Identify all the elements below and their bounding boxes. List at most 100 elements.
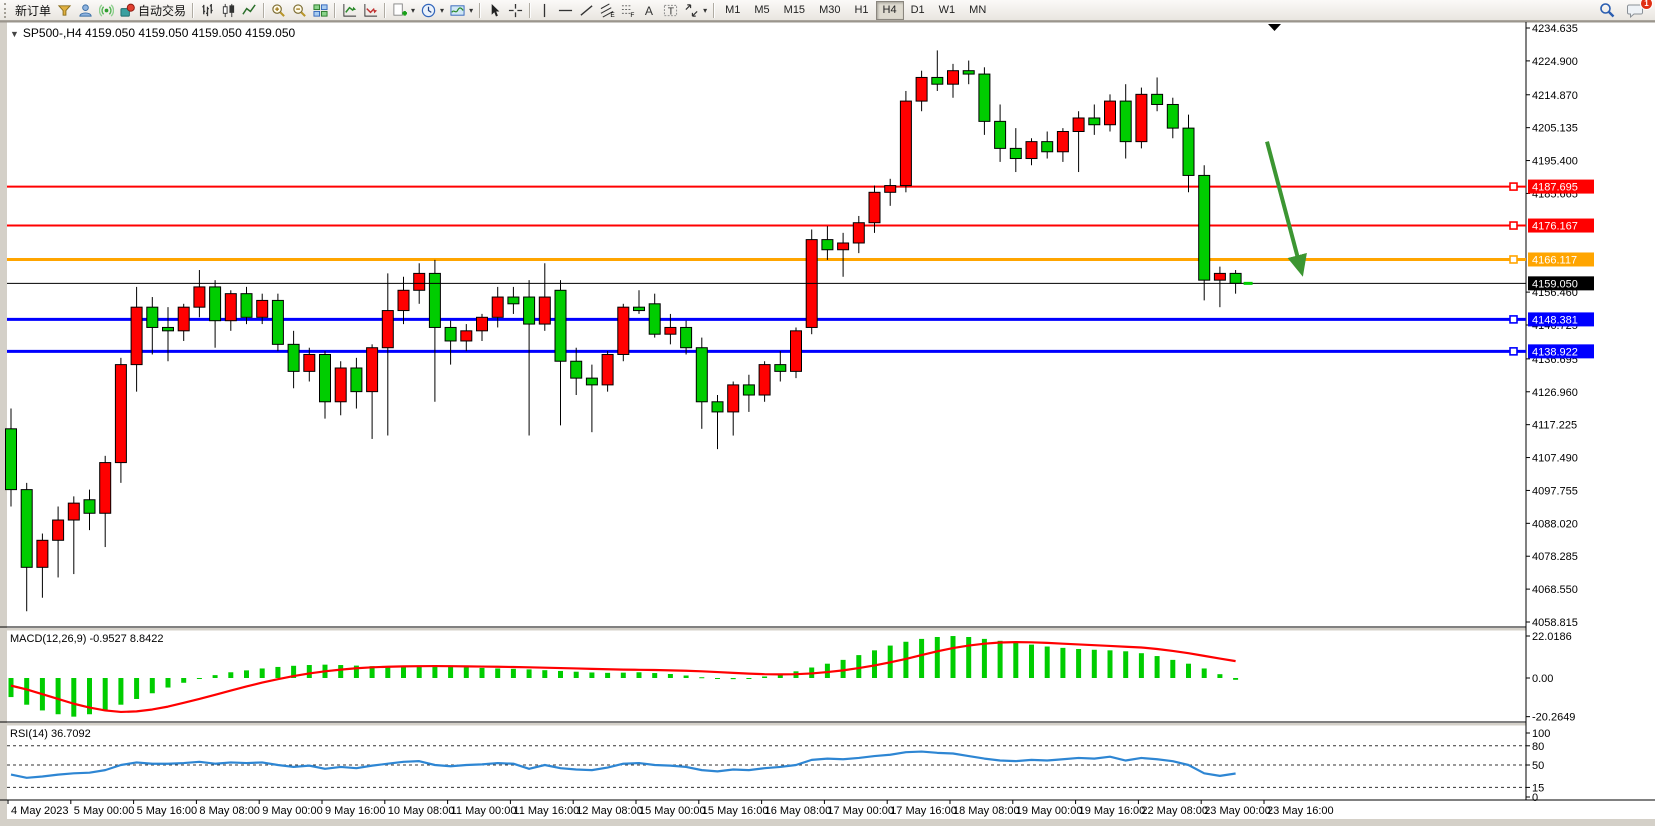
dropdown-caret-icon: ▾	[440, 6, 444, 15]
date-tick-label: 19 May 16:00	[1079, 805, 1146, 817]
macd-histogram-bar	[1092, 650, 1097, 678]
macd-histogram-bar	[150, 678, 155, 693]
horizontal-line-button[interactable]	[555, 1, 576, 20]
chat-button[interactable]: 1	[1624, 1, 1647, 20]
timeframe-button-m15[interactable]: M15	[777, 1, 812, 20]
macd-histogram-bar	[432, 666, 437, 678]
candle	[791, 327, 802, 378]
chart-candles-button[interactable]	[218, 1, 239, 20]
timeframe-button-m30[interactable]: M30	[812, 1, 847, 20]
date-tick-label: 16 May 08:00	[765, 805, 832, 817]
indicators-window-button[interactable]	[339, 1, 360, 20]
chart-bars-button[interactable]	[197, 1, 218, 20]
indicators-separate-button[interactable]	[360, 1, 381, 20]
funnel-icon-button[interactable]	[54, 1, 75, 20]
equidistant-channel-button[interactable]: E	[597, 1, 618, 20]
zoom-in-button[interactable]	[268, 1, 289, 20]
macd-histogram-bar	[1108, 650, 1113, 678]
date-tick-label: 23 May 16:00	[1267, 805, 1334, 817]
clock-icon	[421, 3, 436, 18]
price-tick-label: 4117.225	[1532, 420, 1577, 432]
arrows-icon	[684, 3, 699, 18]
hline-anchor-square[interactable]	[1510, 348, 1517, 355]
macd-histogram-bar	[731, 678, 736, 679]
add-indicator-button[interactable]: ▾	[389, 1, 418, 20]
macd-histogram-bar	[574, 672, 579, 678]
price-tick-label: 4224.900	[1532, 56, 1578, 68]
timeframe-button-h4[interactable]: H4	[876, 1, 904, 20]
templates-button[interactable]: ▾	[447, 1, 476, 20]
timeframe-button-mn[interactable]: MN	[962, 1, 993, 20]
fibo-icon: F	[621, 3, 636, 18]
macd-histogram-bar	[558, 671, 563, 678]
cursor-button[interactable]	[484, 1, 505, 20]
macd-histogram-bar	[1045, 647, 1050, 678]
macd-histogram-bar	[856, 655, 861, 678]
date-tick-label: 17 May 16:00	[890, 805, 957, 817]
crosshair-button[interactable]	[505, 1, 526, 20]
linechart-icon	[242, 3, 257, 18]
chart-window: 4234.6354224.9004214.8704205.1354195.400…	[0, 21, 1655, 826]
macd-histogram-bar	[542, 670, 547, 678]
timeframe-button-m1[interactable]: M1	[718, 1, 747, 20]
rsi-tick-label: 0	[1532, 792, 1538, 804]
signals-icon-button[interactable]	[96, 1, 117, 20]
svg-text:E: E	[610, 12, 615, 18]
svg-text:F: F	[630, 12, 634, 18]
text-label-button[interactable]: T	[660, 1, 681, 20]
toolbar-separator	[192, 3, 194, 18]
macd-histogram-bar	[1202, 668, 1207, 678]
toolbar-grip[interactable]	[4, 3, 8, 18]
search-button[interactable]	[1596, 1, 1618, 20]
timeframe-button-m5[interactable]: M5	[747, 1, 776, 20]
price-tick-label: 4078.285	[1532, 551, 1578, 563]
hline-anchor-square[interactable]	[1510, 183, 1517, 190]
tiles-icon	[313, 3, 328, 18]
arrows-tool-button[interactable]: ▾	[681, 1, 710, 20]
toolbar-separator	[529, 3, 531, 18]
macd-histogram-bar	[401, 666, 406, 678]
macd-histogram-bar	[228, 672, 233, 678]
date-tick-label: 10 May 08:00	[388, 805, 455, 817]
chart-canvas[interactable]: 4234.6354224.9004214.8704205.1354195.400…	[0, 21, 1655, 826]
candle	[806, 229, 817, 334]
hline-anchor-square[interactable]	[1510, 256, 1517, 263]
timeframe-button-w1[interactable]: W1	[932, 1, 963, 20]
fibonacci-button[interactable]: F	[618, 1, 639, 20]
text-button[interactable]: A	[639, 1, 660, 20]
timeframe-button-d1[interactable]: D1	[904, 1, 932, 20]
cursor-icon	[487, 3, 502, 18]
date-tick-label: 9 May 16:00	[325, 805, 386, 817]
zoom-out-button[interactable]	[289, 1, 310, 20]
vertical-line-button[interactable]	[534, 1, 555, 20]
hline-anchor-square[interactable]	[1510, 222, 1517, 229]
profile-icon-button[interactable]	[75, 1, 96, 20]
macd-histogram-bar	[762, 676, 767, 678]
timeframe-button-h1[interactable]: H1	[847, 1, 875, 20]
macd-histogram-bar	[1013, 643, 1018, 678]
dropdown-caret-icon: ▾	[469, 6, 473, 15]
candle	[900, 91, 911, 192]
chart-line-button[interactable]	[239, 1, 260, 20]
macd-histogram-bar	[699, 677, 704, 678]
macd-histogram-bar	[1233, 678, 1238, 680]
periods-menu-button[interactable]: ▾	[418, 1, 447, 20]
price-tick-label: 4058.815	[1532, 617, 1578, 629]
main-toolbar: 新订单自动交易▾▾▾EFAT▾M1M5M15M30H1H4D1W1MN1	[0, 0, 1655, 21]
macd-histogram-bar	[464, 667, 469, 678]
auto-trading-button[interactable]: 自动交易	[117, 1, 189, 20]
new-order-button[interactable]: 新订单	[12, 1, 54, 20]
date-tick-label: 23 May 00:00	[1204, 805, 1271, 817]
hline-anchor-square[interactable]	[1510, 316, 1517, 323]
date-tick-label: 15 May 16:00	[702, 805, 769, 817]
date-tick-label: 11 May 00:00	[451, 805, 517, 817]
rsi-tick-label: 80	[1532, 741, 1544, 753]
crosshair-icon	[508, 3, 523, 18]
macd-histogram-bar	[1217, 674, 1222, 678]
trendline-button[interactable]	[576, 1, 597, 20]
price-tick-label: 4214.870	[1532, 90, 1578, 102]
macd-histogram-bar	[652, 673, 657, 678]
tile-windows-button[interactable]	[310, 1, 331, 20]
vline-icon	[537, 3, 552, 18]
profile-icon	[78, 3, 93, 18]
